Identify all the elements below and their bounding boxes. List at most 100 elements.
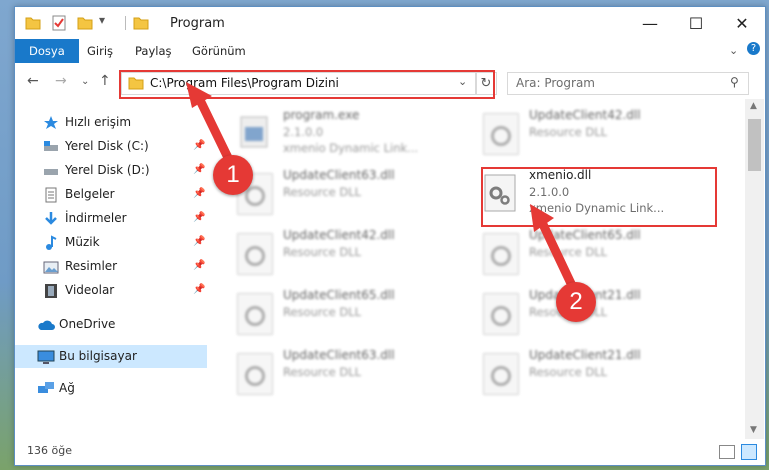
nav-item-this-pc[interactable]: Bu bilgisayar — [15, 345, 207, 368]
step-1-callout: 1 — [213, 155, 253, 195]
address-highlight-box — [119, 70, 495, 99]
nav-item-pictures[interactable]: Resimler 📌 — [15, 255, 207, 278]
pin-icon[interactable]: 📌 — [193, 188, 205, 199]
nav-item-local-disk-d[interactable]: Yerel Disk (D:) 📌 — [15, 159, 207, 182]
search-placeholder: Ara: Program — [516, 76, 595, 90]
separator — [125, 16, 126, 30]
file-item[interactable]: UpdateClient65.dll Resource DLL — [457, 223, 697, 279]
file-item[interactable]: UpdateClient42.dll Resource DLL — [457, 103, 697, 159]
music-icon — [43, 235, 59, 251]
nav-item-label: Yerel Disk (D:) — [65, 163, 150, 177]
tab-view[interactable]: Görünüm — [192, 39, 246, 63]
file-name: UpdateClient21.dll — [529, 348, 641, 362]
item-count: 136 öğe — [27, 444, 72, 457]
tab-share[interactable]: Paylaş — [135, 39, 172, 63]
computer-icon — [37, 349, 55, 365]
file-list: program.exe 2.1.0.0 xmenio Dynamic Link.… — [211, 99, 745, 439]
nav-item-label: Yerel Disk (C:) — [65, 139, 149, 153]
customize-qa-icon[interactable]: ▾ — [99, 13, 105, 27]
nav-item-downloads[interactable]: İndirmeler 📌 — [15, 207, 207, 230]
search-icon[interactable]: ⚲ — [730, 75, 739, 89]
nav-item-documents[interactable]: Belgeler 📌 — [15, 183, 207, 206]
navigation-pane: Hızlı erişim Yerel Disk (C:) 📌 Yerel Dis… — [15, 99, 211, 439]
recent-dropdown-icon[interactable]: ⌄ — [81, 76, 89, 87]
ribbon: Dosya Giriş Paylaş Görünüm ⌄ ? — [15, 39, 765, 64]
file-type: Resource DLL — [283, 365, 362, 379]
pin-icon[interactable]: 📌 — [193, 140, 205, 151]
video-icon — [43, 283, 59, 299]
nav-item-label: Resimler — [65, 259, 118, 273]
exe-icon — [237, 113, 271, 153]
file-type: Resource DLL — [283, 245, 362, 259]
nav-item-label: Bu bilgisayar — [59, 349, 137, 363]
file-item[interactable]: UpdateClient42.dll Resource DLL — [211, 223, 451, 279]
title-bar: ▾ Program — ☐ ✕ — [15, 7, 765, 39]
properties-icon[interactable] — [51, 15, 67, 34]
up-arrow-icon[interactable]: ↑ — [99, 73, 111, 89]
back-arrow-icon[interactable]: ← — [27, 73, 39, 89]
dll-icon — [237, 233, 273, 275]
star-icon — [43, 115, 59, 131]
pin-icon[interactable]: 📌 — [193, 284, 205, 295]
tab-file[interactable]: Dosya — [15, 39, 79, 63]
file-item[interactable]: program.exe 2.1.0.0 xmenio Dynamic Link.… — [211, 103, 451, 159]
scroll-thumb[interactable] — [748, 119, 761, 171]
status-bar: 136 öğe — [15, 439, 765, 465]
nav-item-label: Müzik — [65, 235, 100, 249]
close-button[interactable]: ✕ — [719, 7, 765, 39]
file-item[interactable]: UpdateClient63.dll Resource DLL — [211, 343, 451, 399]
nav-item-label: Videolar — [65, 283, 115, 297]
file-name: UpdateClient65.dll — [283, 288, 395, 302]
nav-item-quick-access[interactable]: Hızlı erişim — [15, 111, 207, 134]
file-type: Resource DLL — [529, 365, 608, 379]
file-name: UpdateClient65.dll — [529, 228, 641, 242]
dll-icon — [483, 233, 519, 275]
details-view-icon[interactable] — [719, 445, 735, 459]
cloud-icon — [37, 317, 55, 333]
file-item[interactable]: UpdateClient21.dll Resource DLL — [457, 343, 697, 399]
file-type: Resource DLL — [529, 125, 608, 139]
folder-icon — [25, 15, 41, 34]
nav-item-local-disk-c[interactable]: Yerel Disk (C:) 📌 — [15, 135, 207, 158]
expand-ribbon-icon[interactable]: ⌄ — [729, 44, 738, 57]
pin-icon[interactable]: 📌 — [193, 260, 205, 271]
file-item[interactable]: UpdateClient65.dll Resource DLL — [211, 283, 451, 339]
forward-arrow-icon[interactable]: → — [55, 73, 67, 89]
file-highlight-box — [481, 167, 717, 227]
vertical-scrollbar[interactable]: ▲ ▼ — [745, 99, 764, 439]
minimize-button[interactable]: — — [627, 7, 673, 39]
nav-item-label: Hızlı erişim — [65, 115, 132, 129]
file-version: 2.1.0.0 — [283, 125, 324, 139]
picture-icon — [43, 259, 59, 275]
search-box[interactable]: Ara: Program ⚲ — [507, 72, 749, 95]
nav-item-network[interactable]: Ağ — [15, 377, 207, 400]
nav-item-label: Belgeler — [65, 187, 115, 201]
scroll-down-icon[interactable]: ▼ — [750, 425, 757, 435]
large-icons-view-icon[interactable] — [741, 444, 757, 460]
pin-icon[interactable]: 📌 — [193, 236, 205, 247]
navigation-bar: ← → ⌄ ↑ C:\Program Files\Program Dizini … — [15, 63, 765, 99]
window-title: Program — [170, 16, 225, 31]
dll-icon — [483, 113, 519, 155]
file-type: Resource DLL — [529, 245, 608, 259]
nav-item-onedrive[interactable]: OneDrive — [15, 313, 207, 336]
pin-icon[interactable]: 📌 — [193, 212, 205, 223]
new-folder-icon[interactable] — [77, 15, 93, 34]
nav-item-label: OneDrive — [59, 317, 116, 331]
file-name: UpdateClient42.dll — [283, 228, 395, 242]
dll-icon — [237, 353, 273, 395]
tab-home[interactable]: Giriş — [87, 39, 113, 63]
drive-icon — [43, 163, 59, 179]
drive-icon — [43, 139, 59, 155]
file-description: xmenio Dynamic Link... — [283, 141, 419, 155]
scroll-up-icon[interactable]: ▲ — [750, 101, 757, 111]
file-type: Resource DLL — [283, 305, 362, 319]
nav-item-music[interactable]: Müzik 📌 — [15, 231, 207, 254]
file-name: program.exe — [283, 108, 360, 122]
maximize-button[interactable]: ☐ — [673, 7, 719, 39]
nav-item-videos[interactable]: Videolar 📌 — [15, 279, 207, 302]
help-icon[interactable]: ? — [747, 42, 760, 55]
dll-icon — [483, 353, 519, 395]
file-name: UpdateClient63.dll — [283, 168, 395, 182]
pin-icon[interactable]: 📌 — [193, 164, 205, 175]
